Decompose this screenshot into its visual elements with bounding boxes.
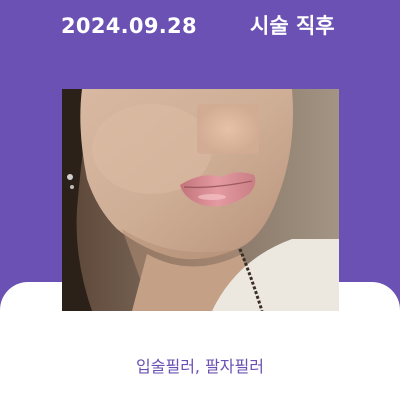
procedure-stage-label: 시술 직후 (250, 14, 335, 38)
procedure-caption: 입술필러, 팔자필러 (136, 357, 264, 376)
procedure-date: 2024.09.28 (61, 14, 197, 38)
face-photo (62, 89, 339, 311)
